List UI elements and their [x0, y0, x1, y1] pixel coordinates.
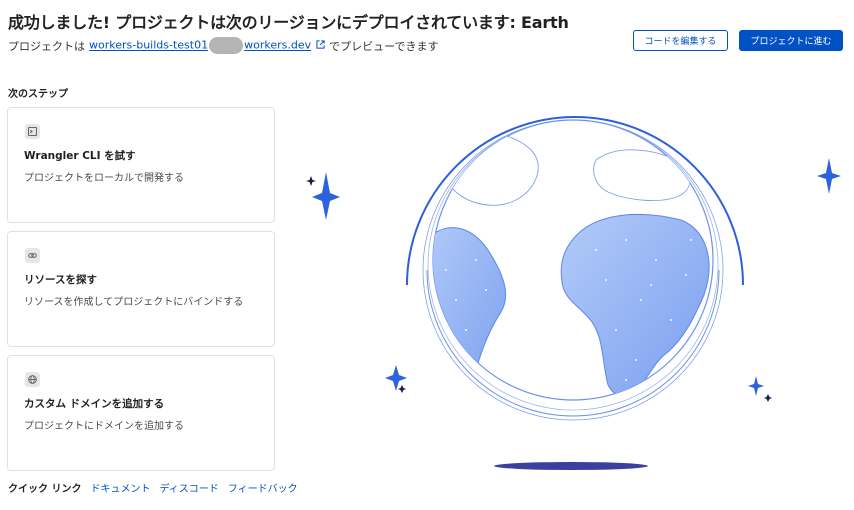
sparkle-star-icon	[385, 365, 407, 391]
globe-shadow	[494, 462, 648, 470]
quick-links: クイック リンク ドキュメント ディスコード フィードバック	[8, 480, 298, 495]
subtitle-prefix: プロジェクトは	[8, 39, 85, 53]
card-title: Wrangler CLI を試す	[24, 150, 136, 162]
card-explore-resources[interactable]: リソースを探す リソースを作成してプロジェクトにバインドする	[7, 231, 275, 347]
external-link-icon[interactable]	[316, 39, 325, 52]
card-description: プロジェクトにドメインを追加する	[24, 421, 184, 432]
card-title: リソースを探す	[24, 274, 97, 286]
feedback-link[interactable]: フィードバック	[228, 480, 298, 495]
url-end: workers.dev	[244, 38, 312, 52]
card-description: プロジェクトをローカルで開発する	[24, 173, 184, 184]
docs-link[interactable]: ドキュメント	[90, 480, 150, 495]
card-title: カスタム ドメインを追加する	[24, 398, 165, 410]
sparkle-star-icon	[312, 172, 340, 220]
card-description: リソースを作成してプロジェクトにバインドする	[24, 297, 244, 308]
card-wrangler-cli[interactable]: Wrangler CLI を試す プロジェクトをローカルで開発する	[7, 107, 275, 223]
discord-link[interactable]: ディスコード	[159, 480, 218, 495]
sparkle-star-icon	[748, 376, 764, 396]
sparkle-star-icon	[817, 158, 841, 194]
card-custom-domain[interactable]: カスタム ドメインを追加する プロジェクトにドメインを追加する	[7, 355, 275, 471]
go-to-project-button[interactable]: プロジェクトに進む	[739, 30, 843, 51]
url-start: workers-builds-test01	[89, 38, 209, 52]
page-title: 成功しました! プロジェクトは次のリージョンにデプロイされています: Earth	[8, 13, 569, 32]
next-steps-heading: 次のステップ	[8, 89, 68, 100]
preview-url-line: プロジェクトは workers-builds-test01 workers.dev…	[8, 37, 438, 54]
subtitle-suffix: でプレビューできます	[329, 39, 439, 53]
terminal-icon	[25, 124, 40, 139]
link-icon	[25, 248, 40, 263]
edit-code-button[interactable]: コードを編集する	[633, 30, 728, 51]
redacted-subdomain	[209, 37, 244, 54]
preview-url-link[interactable]: workers-builds-test01 workers.dev	[89, 37, 311, 54]
earth-globe-illustration	[306, 116, 841, 470]
quick-links-label: クイック リンク	[8, 484, 82, 495]
globe-icon	[25, 372, 40, 387]
